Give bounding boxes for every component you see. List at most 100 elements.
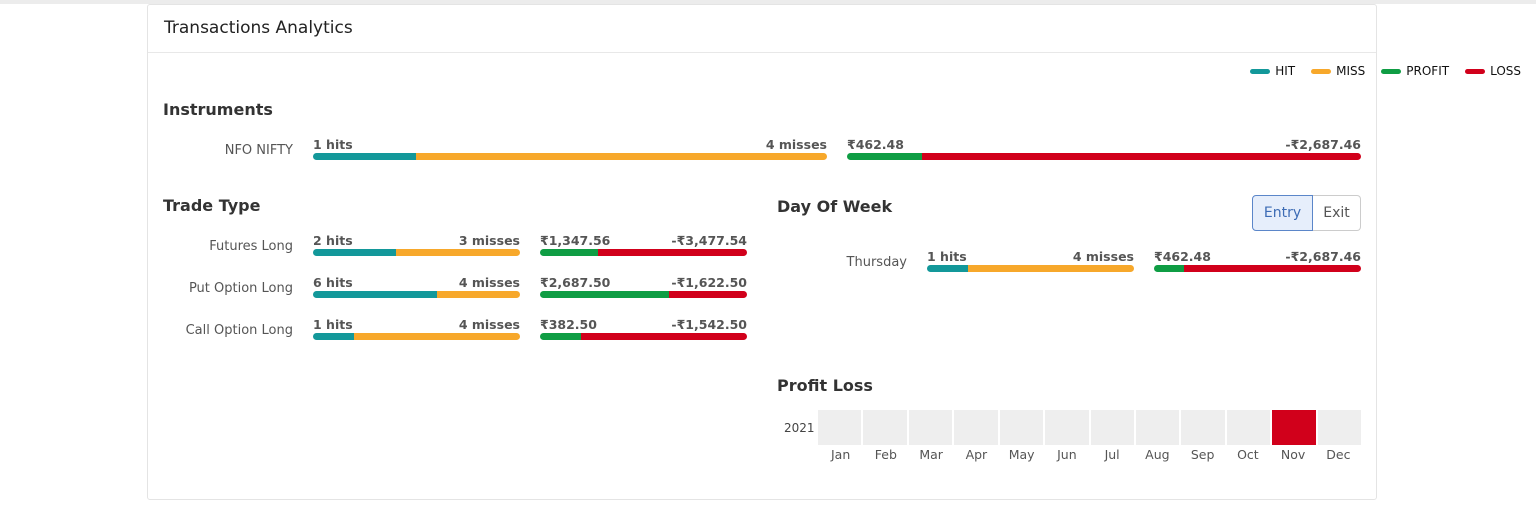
heatmap-month-jun: Jun (1057, 447, 1077, 462)
heatmap-month-jul: Jul (1104, 447, 1120, 462)
legend-item-hit: HIT (1250, 64, 1295, 78)
miss-segment (968, 265, 1134, 272)
heatmap-month-feb: Feb (874, 447, 897, 462)
hit-segment (313, 291, 438, 298)
misses-label: 4 misses (458, 317, 520, 332)
pnl-track (540, 333, 747, 340)
pnl-track (1154, 265, 1361, 272)
legend-item-loss: LOSS (1465, 64, 1521, 78)
profit-segment (1154, 265, 1185, 272)
heatmap-cell-feb[interactable] (863, 410, 907, 445)
instrument-pnl-bar: ₹462.48 -₹2,687.46 (847, 137, 1361, 161)
heatmap-month-labels: Jan Feb Mar Apr May Jun Jul Aug Sep Oct Nov Dec (818, 447, 1361, 462)
heatmap-month-nov: Nov (1280, 447, 1306, 462)
heatmap-cell-nov[interactable] (1272, 410, 1316, 445)
pnl-track (540, 249, 747, 256)
loss-segment (1184, 265, 1361, 272)
hit-segment (313, 153, 416, 160)
pnl-track (540, 291, 747, 298)
exit-button[interactable]: Exit (1313, 195, 1361, 231)
card-header: Transactions Analytics (148, 5, 1376, 53)
hits-label: 1 hits (927, 249, 967, 264)
trade-type-row-label: Call Option Long (185, 323, 293, 338)
legend-label-loss: LOSS (1490, 64, 1521, 78)
loss-segment (581, 333, 747, 340)
legend-label-profit: PROFIT (1406, 64, 1450, 78)
heatmap-cell-apr[interactable] (954, 410, 998, 445)
heatmap-month-may: May (1008, 447, 1035, 462)
loss-label: -₹2,687.46 (1285, 249, 1361, 264)
heatmap-cell-jan[interactable] (818, 410, 862, 445)
heatmap-month-aug: Aug (1145, 447, 1170, 462)
trade-type-hits-bar: 6 hits 4 misses (313, 275, 520, 299)
legend-item-profit: PROFIT (1381, 64, 1449, 78)
profit-label: ₹1,347.56 (540, 233, 611, 248)
trade-type-title: Trade Type (163, 196, 261, 215)
miss-segment (415, 153, 827, 160)
legend-swatch-loss (1465, 68, 1486, 74)
heatmap-month-dec: Dec (1326, 447, 1351, 462)
day-of-week-title: Day Of Week (777, 197, 893, 216)
loss-label: -₹3,477.54 (671, 233, 747, 248)
hits-label: 6 hits (313, 275, 353, 290)
trade-type-hits-bar: 1 hits 4 misses (313, 317, 520, 341)
card-title: Transactions Analytics (164, 18, 353, 38)
trade-type-pnl-bar: ₹1,347.56 -₹3,477.54 (540, 233, 747, 257)
entry-button[interactable]: Entry (1252, 195, 1313, 231)
profit-segment (540, 291, 670, 298)
misses-label: 4 misses (765, 137, 827, 152)
miss-segment (437, 291, 520, 298)
heatmap-cell-jun[interactable] (1045, 410, 1089, 445)
heatmap-cell-sep[interactable] (1181, 410, 1225, 445)
trade-type-row-label: Futures Long (209, 239, 293, 254)
legend-label-hit: HIT (1275, 64, 1296, 78)
trade-type-hits-bar: 2 hits 3 misses (313, 233, 520, 257)
profit-segment (540, 249, 598, 256)
heatmap-cell-oct[interactable] (1226, 410, 1271, 445)
miss-segment (395, 249, 520, 256)
legend-label-miss: MISS (1336, 64, 1366, 78)
heatmap-cell-jul[interactable] (1090, 410, 1134, 445)
day-hits-bar: 1 hits 4 misses (927, 249, 1134, 273)
heatmap-month-sep: Sep (1190, 447, 1215, 462)
miss-segment (354, 333, 520, 340)
day-pnl-bar: ₹462.48 -₹2,687.46 (1154, 249, 1361, 273)
hit-segment (313, 249, 396, 256)
legend-swatch-hit (1250, 68, 1271, 74)
misses-label: 3 misses (458, 233, 520, 248)
profit-label: ₹462.48 (847, 137, 904, 152)
loss-segment (669, 291, 747, 298)
hits-track (313, 249, 520, 256)
hits-label: 1 hits (313, 317, 353, 332)
hits-track (313, 153, 827, 160)
profit-loss-heatmap (818, 410, 1362, 445)
heatmap-cell-may[interactable] (999, 410, 1044, 445)
profit-segment (847, 153, 923, 160)
hits-label: 1 hits (313, 137, 353, 152)
day-row-label: Thursday (846, 255, 907, 270)
profit-label: ₹2,687.50 (540, 275, 611, 290)
profit-label: ₹382.50 (540, 317, 597, 332)
hit-segment (313, 333, 355, 340)
heatmap-month-apr: Apr (965, 447, 988, 462)
misses-label: 4 misses (1072, 249, 1134, 264)
trade-type-pnl-bar: ₹2,687.50 -₹1,622.50 (540, 275, 747, 299)
entry-exit-toggle: Entry Exit (1252, 195, 1361, 231)
heatmap-month-jan: Jan (830, 447, 851, 462)
hits-track (313, 291, 520, 298)
heatmap-month-oct: Oct (1237, 447, 1259, 462)
hits-track (313, 333, 520, 340)
instrument-row-label: NFO NIFTY (224, 143, 293, 158)
hits-label: 2 hits (313, 233, 353, 248)
heatmap-cell-aug[interactable] (1135, 410, 1180, 445)
heatmap-month-mar: Mar (919, 447, 943, 462)
legend: HIT MISS PROFIT LOSS (1234, 64, 1521, 78)
profit-loss-title: Profit Loss (777, 376, 873, 395)
heatmap-cell-mar[interactable] (908, 410, 953, 445)
heatmap-year-label: 2021 (784, 421, 815, 435)
loss-label: -₹1,542.50 (671, 317, 747, 332)
trade-type-row-label: Put Option Long (188, 281, 293, 296)
heatmap-cell-dec[interactable] (1317, 410, 1362, 445)
loss-label: -₹2,687.46 (1285, 137, 1361, 152)
legend-swatch-miss (1311, 68, 1332, 74)
